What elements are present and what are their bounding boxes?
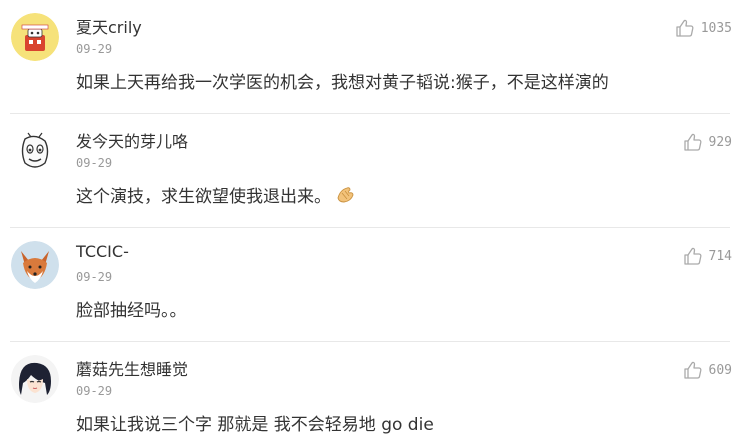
comment-item: 夏天crily 09-29 如果上天再给我一次学医的机会，我想对黄子韬说:猴子，…	[0, 0, 742, 113]
comment-item: 发今天的芽儿咯 09-29 这个演技，求生欲望使我退出来。 929	[0, 114, 742, 227]
comment-text: 脸部抽经吗。。	[76, 301, 187, 321]
avatar[interactable]	[11, 13, 59, 61]
username[interactable]: 发今天的芽儿咯	[76, 128, 188, 152]
clap-emoji-icon	[335, 186, 355, 209]
comment-text-body: 这个演技，求生欲望使我退出来。	[76, 187, 331, 207]
username[interactable]: TCCIC-	[76, 242, 129, 261]
comment-date: 09-29	[76, 156, 113, 170]
comment-item: TCCIC- 09-29 脸部抽经吗。。 714	[0, 228, 742, 341]
username[interactable]: 蘑菇先生想睡觉	[76, 356, 188, 380]
avatar[interactable]	[11, 127, 59, 175]
like-button[interactable]: 1035	[675, 17, 732, 39]
thumbs-up-icon	[676, 19, 694, 37]
fox-avatar-icon	[11, 241, 59, 289]
username[interactable]: 夏天crily	[76, 14, 142, 38]
cartoon-face-avatar-icon	[11, 127, 59, 175]
comment-text: 如果上天再给我一次学医的机会，我想对黄子韬说:猴子，不是这样演的	[76, 73, 609, 93]
thumbs-up-icon	[683, 361, 701, 379]
thumbs-up-icon	[683, 247, 701, 265]
thumbs-up-icon	[683, 133, 701, 151]
comment-date: 09-29	[76, 384, 113, 398]
yellow-robot-avatar-icon	[11, 13, 59, 61]
like-count: 929	[708, 134, 732, 150]
comment-text: 这个演技，求生欲望使我退出来。	[76, 182, 355, 209]
like-count: 714	[708, 248, 732, 264]
comment-date: 09-29	[76, 270, 113, 284]
like-button[interactable]: 929	[683, 131, 732, 153]
comment-list: 夏天crily 09-29 如果上天再给我一次学医的机会，我想对黄子韬说:猴子，…	[0, 0, 742, 447]
like-button[interactable]: 714	[683, 245, 732, 267]
comment-item: 蘑菇先生想睡觉 09-29 如果让我说三个字 那就是 我不会轻易地 go die…	[0, 342, 742, 447]
like-count: 609	[708, 362, 732, 378]
anime-girl-avatar-icon	[11, 355, 59, 403]
like-count: 1035	[700, 20, 732, 36]
like-button[interactable]: 609	[683, 359, 732, 381]
comment-text: 如果让我说三个字 那就是 我不会轻易地 go die	[76, 415, 434, 435]
avatar[interactable]	[11, 355, 59, 403]
avatar[interactable]	[11, 241, 59, 289]
comment-date: 09-29	[76, 42, 113, 56]
